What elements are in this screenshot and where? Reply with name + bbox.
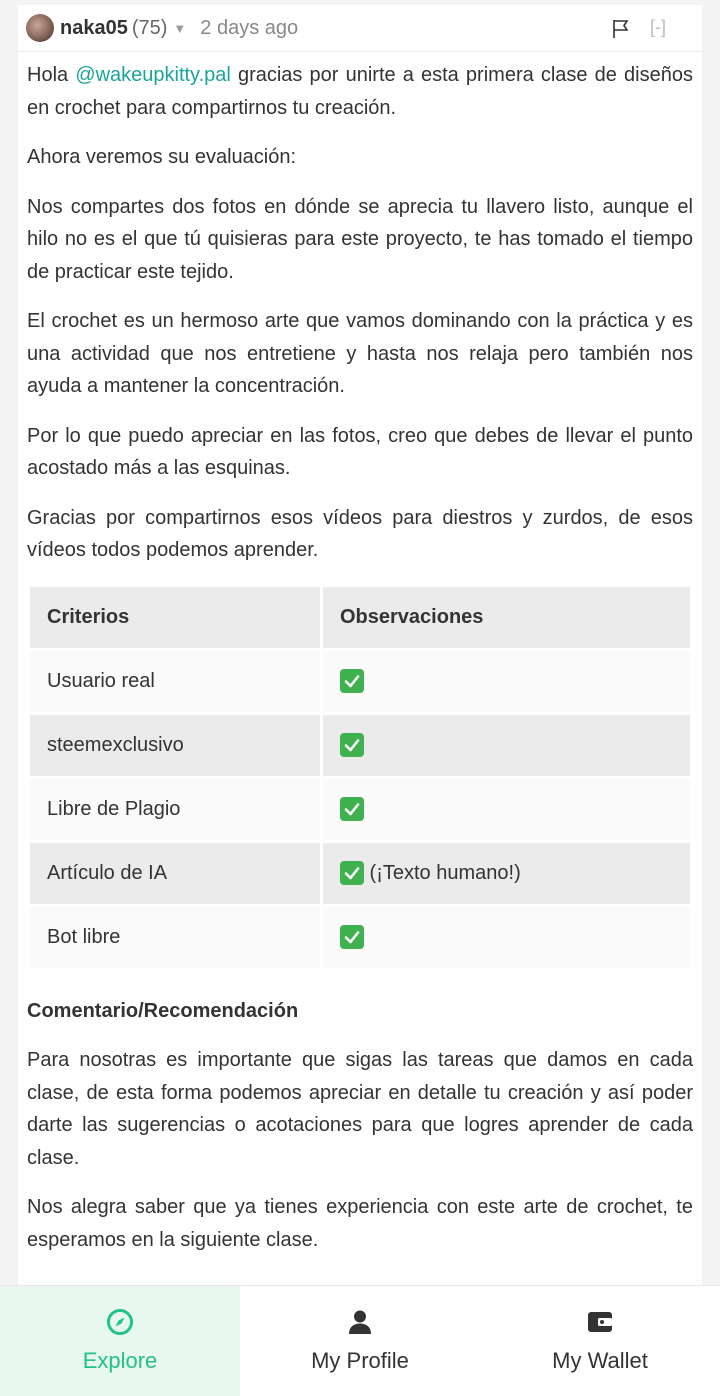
author-name[interactable]: naka05 bbox=[60, 17, 128, 40]
observation-note: (¡Texto humano!) bbox=[364, 861, 521, 884]
table-header-criterios: Criterios bbox=[30, 586, 320, 648]
check-mark-icon bbox=[340, 925, 364, 950]
nav-my-wallet-label: My Wallet bbox=[552, 1348, 648, 1373]
check-mark-icon bbox=[340, 797, 364, 822]
paragraph: Para nosotras es importante que sigas la… bbox=[27, 1049, 693, 1169]
avatar[interactable] bbox=[26, 14, 54, 42]
table-header-row: Criterios Observaciones bbox=[30, 586, 690, 648]
wallet-icon bbox=[588, 1312, 612, 1332]
nav-my-wallet[interactable]: My Wallet bbox=[480, 1286, 720, 1396]
table-header-observaciones: Observaciones bbox=[323, 586, 690, 648]
check-mark-icon bbox=[340, 861, 364, 886]
collapse-button[interactable]: [-] bbox=[650, 17, 666, 38]
nav-explore-label: Explore bbox=[82, 1348, 158, 1373]
table-cell-criterio: Bot libre bbox=[30, 906, 320, 968]
table-cell-criterio: Usuario real bbox=[30, 650, 320, 712]
table-row: steemexclusivo bbox=[30, 714, 690, 776]
table-cell-criterio: Artículo de IA bbox=[30, 842, 320, 904]
paragraph: El crochet es un hermoso arte que vamos … bbox=[27, 310, 693, 397]
table-row: Bot libre bbox=[30, 906, 690, 968]
paragraph: Nos alegra saber que ya tienes experienc… bbox=[27, 1196, 693, 1251]
paragraph: Ahora veremos su evaluación: bbox=[27, 146, 297, 168]
greeting-paragraph: Hola @wakeupkitty.pal gracias por unirte… bbox=[27, 59, 693, 124]
nav-my-profile-label: My Profile bbox=[311, 1348, 409, 1373]
flag-icon[interactable] bbox=[612, 19, 630, 39]
author-reputation: (75) bbox=[131, 16, 168, 39]
section-heading: Comentario/Recomendación bbox=[27, 999, 299, 1022]
table-cell-observacion bbox=[323, 714, 690, 776]
table-cell-observacion bbox=[323, 906, 690, 968]
nav-my-profile[interactable]: My Profile bbox=[240, 1286, 480, 1396]
table-cell-observacion bbox=[323, 778, 690, 840]
paragraph: Gracias por compartirnos esos vídeos par… bbox=[27, 506, 693, 562]
table-row: Libre de Plagio bbox=[30, 778, 690, 840]
chevron-down-icon[interactable]: ▼ bbox=[173, 21, 186, 36]
comment-time[interactable]: 2 days ago bbox=[200, 17, 298, 40]
nav-explore[interactable]: Explore bbox=[0, 1286, 240, 1396]
evaluation-table: Criterios Observaciones Usuario real ste… bbox=[27, 584, 693, 971]
comment-header: naka05 (75) ▼ 2 days ago [-] bbox=[18, 5, 702, 52]
comment-card: naka05 (75) ▼ 2 days ago [-] Hola @wakeu… bbox=[18, 5, 702, 1285]
check-mark-icon bbox=[340, 669, 364, 694]
table-cell-criterio: Libre de Plagio bbox=[30, 778, 320, 840]
check-mark-icon bbox=[340, 733, 364, 758]
compass-icon bbox=[107, 1309, 133, 1335]
bottom-navigation: Explore My Profile My Wallet bbox=[0, 1285, 720, 1396]
table-row: Usuario real bbox=[30, 650, 690, 712]
user-icon bbox=[349, 1310, 371, 1334]
greeting-prefix: Hola bbox=[27, 64, 76, 86]
mention-link[interactable]: @wakeupkitty.pal bbox=[75, 64, 231, 86]
table-cell-observacion bbox=[323, 650, 690, 712]
paragraph: Nos compartes dos fotos en dónde se apre… bbox=[27, 195, 693, 283]
table-cell-criterio: steemexclusivo bbox=[30, 714, 320, 776]
paragraph: Por lo que puedo apreciar en las fotos, … bbox=[27, 424, 693, 480]
table-cell-observacion: (¡Texto humano!) bbox=[323, 842, 690, 904]
comment-body: Hola @wakeupkitty.pal gracias por unirte… bbox=[18, 59, 702, 1256]
table-row: Artículo de IA (¡Texto humano!) bbox=[30, 842, 690, 904]
